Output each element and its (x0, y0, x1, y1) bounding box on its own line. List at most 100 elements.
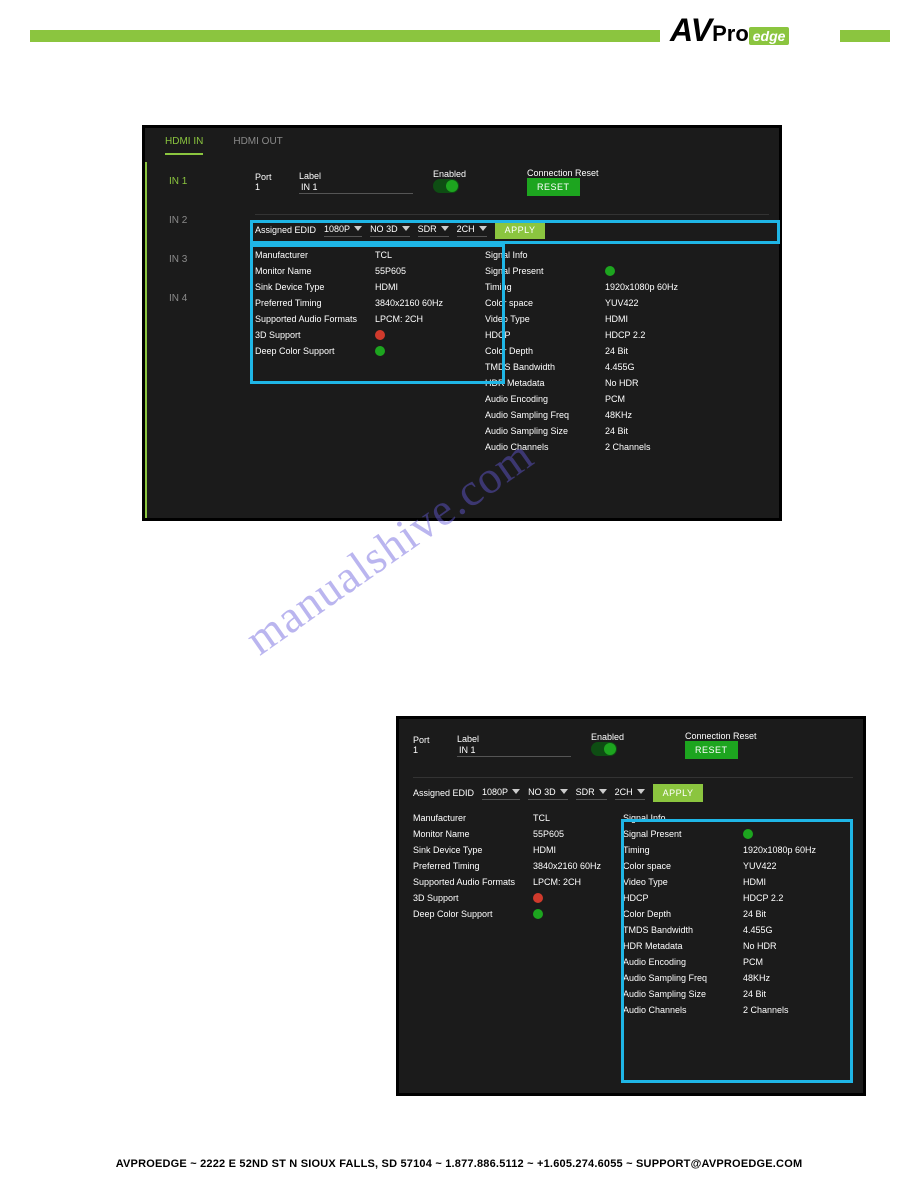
info-row: HDR MetadataNo HDR (623, 938, 843, 954)
info-row: Preferred Timing3840x2160 60Hz (413, 858, 613, 874)
info-key: Deep Color Support (413, 909, 533, 919)
edid-audio-dropdown[interactable]: 2CH (615, 787, 645, 800)
edid-3d-dropdown[interactable]: NO 3D (528, 787, 568, 800)
caret-down-icon (441, 226, 449, 231)
enabled-toggle[interactable] (591, 742, 617, 756)
brand-logo: AVProedge (670, 12, 835, 54)
info-value: 55P605 (375, 266, 406, 276)
edid-resolution-dropdown[interactable]: 1080P (482, 787, 520, 800)
sink-info-column: ManufacturerTCLMonitor Name55P605Sink De… (255, 247, 475, 455)
info-value: YUV422 (743, 861, 777, 871)
info-key: Audio Encoding (623, 957, 743, 967)
status-dot-icon (533, 909, 543, 919)
edid-audio-dropdown[interactable]: 2CH (457, 224, 487, 237)
info-row: Audio EncodingPCM (485, 391, 745, 407)
info-key: Audio Sampling Size (623, 989, 743, 999)
info-key: Color Depth (485, 346, 605, 356)
edid-3d-dropdown[interactable]: NO 3D (370, 224, 410, 237)
sidebar-in1[interactable]: IN 1 (147, 162, 247, 201)
info-row: HDCPHDCP 2.2 (623, 890, 843, 906)
sink-info-column: ManufacturerTCLMonitor Name55P605Sink De… (413, 810, 613, 1018)
info-row: ManufacturerTCL (255, 247, 475, 263)
info-row: Monitor Name55P605 (413, 826, 613, 842)
info-value: TCL (533, 813, 550, 823)
tab-hdmi-in[interactable]: HDMI IN (165, 136, 203, 155)
info-row: Deep Color Support (413, 906, 613, 922)
tab-hdmi-out[interactable]: HDMI OUT (233, 136, 282, 155)
info-value: 2 Channels (743, 1005, 789, 1015)
info-key: Audio Channels (623, 1005, 743, 1015)
info-key: Signal Present (623, 829, 743, 839)
apply-button[interactable]: APPLY (653, 784, 704, 802)
reset-button[interactable]: RESET (685, 741, 738, 759)
info-value: 48KHz (605, 410, 632, 420)
info-key: HDCP (623, 893, 743, 903)
label-label: Label (457, 734, 577, 744)
info-key: Sink Device Type (413, 845, 533, 855)
info-row: Deep Color Support (255, 343, 475, 359)
signal-info-title: Signal Info (623, 813, 743, 823)
info-row: Sink Device TypeHDMI (413, 842, 613, 858)
sidebar-in3[interactable]: IN 3 (147, 240, 247, 279)
reset-button[interactable]: RESET (527, 178, 580, 196)
info-row: Audio Sampling Freq48KHz (623, 970, 843, 986)
info-key: TMDS Bandwidth (485, 362, 605, 372)
info-value: No HDR (605, 378, 639, 388)
info-row: Video TypeHDMI (485, 311, 745, 327)
input-sidebar: IN 1 IN 2 IN 3 IN 4 (145, 162, 247, 518)
header-accent-bar-right (840, 30, 890, 42)
info-row: Audio Channels2 Channels (485, 439, 745, 455)
info-value: 1920x1080p 60Hz (743, 845, 816, 855)
info-key: Manufacturer (255, 250, 375, 260)
assigned-edid-label: Assigned EDID (255, 225, 316, 235)
info-key: Deep Color Support (255, 346, 375, 356)
edid-resolution-dropdown[interactable]: 1080P (324, 224, 362, 237)
info-value: 3840x2160 60Hz (533, 861, 601, 871)
info-key: Preferred Timing (413, 861, 533, 871)
info-key: HDCP (485, 330, 605, 340)
info-key: HDR Metadata (623, 941, 743, 951)
info-row: Audio Sampling Size24 Bit (623, 986, 843, 1002)
logo-pro: Pro (712, 21, 749, 46)
apply-button[interactable]: APPLY (495, 221, 546, 239)
info-key: Manufacturer (413, 813, 533, 823)
label-label: Label (299, 171, 419, 181)
edid-row: Assigned EDID 1080P NO 3D SDR 2CH APPLY (255, 214, 769, 239)
enabled-label: Enabled (591, 732, 671, 742)
info-row: TMDS Bandwidth4.455G (485, 359, 745, 375)
info-row: 3D Support (413, 890, 613, 906)
info-value: 4.455G (743, 925, 773, 935)
info-value: TCL (375, 250, 392, 260)
enabled-label: Enabled (433, 169, 513, 179)
info-value: HDMI (375, 282, 398, 292)
info-key: Timing (485, 282, 605, 292)
info-key: 3D Support (255, 330, 375, 340)
info-key: TMDS Bandwidth (623, 925, 743, 935)
edid-hdr-dropdown[interactable]: SDR (576, 787, 607, 800)
info-row: Sink Device TypeHDMI (255, 279, 475, 295)
sidebar-in4[interactable]: IN 4 (147, 279, 247, 318)
info-key: Audio Sampling Size (485, 426, 605, 436)
info-row: 3D Support (255, 327, 475, 343)
logo-edge: edge (749, 27, 790, 45)
screenshot-panel-2: Port1 Label Enabled Connection ResetRESE… (396, 716, 866, 1096)
label-input[interactable] (457, 744, 571, 757)
info-row: Timing1920x1080p 60Hz (485, 279, 745, 295)
assigned-edid-label: Assigned EDID (413, 788, 474, 798)
enabled-toggle[interactable] (433, 179, 459, 193)
port-header-row: Port1 Label Enabled Connection ResetRESE… (413, 731, 853, 759)
edid-row: Assigned EDID 1080P NO 3D SDR 2CH APPLY (413, 777, 853, 802)
connection-reset-label: Connection Reset (685, 731, 825, 741)
info-value: No HDR (743, 941, 777, 951)
info-row: Audio Channels2 Channels (623, 1002, 843, 1018)
caret-down-icon (637, 789, 645, 794)
status-dot-icon (375, 346, 385, 356)
sidebar-in2[interactable]: IN 2 (147, 201, 247, 240)
info-value: HDCP 2.2 (743, 893, 783, 903)
label-input[interactable] (299, 181, 413, 194)
info-value: 24 Bit (605, 346, 628, 356)
edid-hdr-dropdown[interactable]: SDR (418, 224, 449, 237)
info-value: HDMI (743, 877, 766, 887)
info-key: Monitor Name (413, 829, 533, 839)
port-header-row: Port1 Label Enabled Connection ResetRESE… (255, 168, 769, 196)
